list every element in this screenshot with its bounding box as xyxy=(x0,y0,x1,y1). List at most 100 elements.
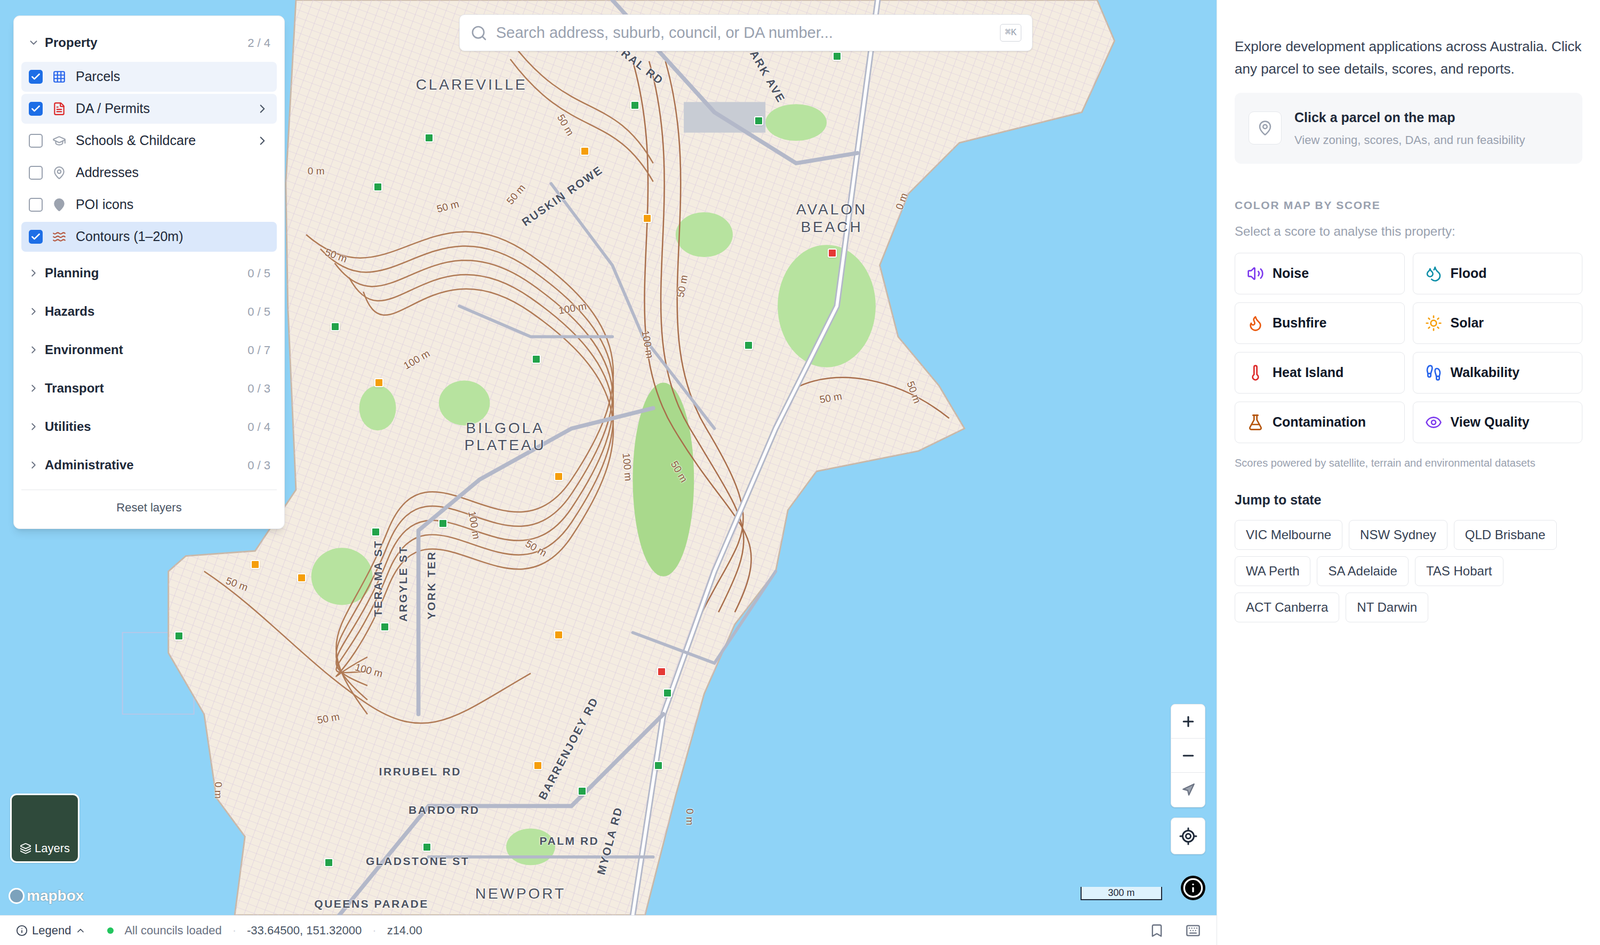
layer-group-header[interactable]: Property2 / 4 xyxy=(21,23,277,62)
da-marker[interactable] xyxy=(657,667,667,677)
keyboard-icon[interactable] xyxy=(1185,923,1201,939)
score-button[interactable]: Flood xyxy=(1412,252,1583,295)
score-button[interactable]: Walkability xyxy=(1412,352,1583,394)
state-chip[interactable]: NT Darwin xyxy=(1345,592,1429,623)
da-marker[interactable] xyxy=(577,786,587,796)
compass-button[interactable] xyxy=(1171,772,1205,807)
layers-panel: Property2 / 4ParcelsDA / PermitsSchools … xyxy=(13,15,285,530)
da-marker[interactable] xyxy=(827,248,837,258)
place-label: AVALON BEACH xyxy=(832,218,903,253)
info-button[interactable] xyxy=(1180,875,1206,901)
layer-group: Administrative0 / 3 xyxy=(21,445,277,485)
layer-item[interactable]: Addresses xyxy=(21,157,277,188)
layer-group-header[interactable]: Utilities0 / 4 xyxy=(21,407,277,446)
state-chip[interactable]: SA Adelaide xyxy=(1316,556,1408,587)
da-marker[interactable] xyxy=(374,378,384,388)
layer-group-header[interactable]: Hazards0 / 5 xyxy=(21,292,277,331)
layer-group-header[interactable]: Transport0 / 3 xyxy=(21,369,277,408)
da-marker[interactable] xyxy=(554,630,564,640)
layer-checkbox[interactable] xyxy=(28,165,43,180)
zoom-out-button[interactable] xyxy=(1171,738,1205,773)
contour-label: 100 m xyxy=(382,678,412,694)
place-label: NEWPORT xyxy=(520,893,612,911)
state-chip[interactable]: TAS Hobart xyxy=(1414,556,1504,587)
layer-item[interactable]: POI icons xyxy=(21,189,277,220)
da-marker[interactable] xyxy=(438,518,448,528)
da-marker[interactable] xyxy=(754,116,764,126)
layer-group: Planning0 / 5 xyxy=(21,253,277,293)
layer-checkbox[interactable] xyxy=(28,133,43,148)
layer-group-header[interactable]: Planning0 / 5 xyxy=(21,253,277,293)
contour-label: 100 m xyxy=(586,316,615,332)
street-label: ARGYLE ST xyxy=(441,592,518,610)
state-chip[interactable]: WA Perth xyxy=(1234,556,1311,587)
da-marker[interactable] xyxy=(380,622,390,632)
da-marker[interactable] xyxy=(533,761,543,771)
da-marker[interactable] xyxy=(330,322,340,332)
score-button[interactable]: Bushfire xyxy=(1234,302,1405,344)
contour-label: 50 m xyxy=(924,400,948,416)
da-marker[interactable] xyxy=(373,182,383,192)
basemap-layers-button[interactable]: Layers xyxy=(10,793,80,863)
da-marker[interactable] xyxy=(371,527,381,537)
da-marker[interactable] xyxy=(662,688,672,698)
state-chip[interactable]: NSW Sydney xyxy=(1348,520,1448,550)
da-marker[interactable] xyxy=(174,631,184,641)
layer-item[interactable]: Contours (1–20m) xyxy=(21,221,277,252)
chevron-right-icon xyxy=(27,382,40,395)
info-icon xyxy=(16,924,28,937)
state-chip[interactable]: ACT Canberra xyxy=(1234,592,1340,623)
poi-pin-icon xyxy=(52,197,67,212)
layer-checkbox[interactable] xyxy=(28,101,43,116)
school-icon xyxy=(52,133,67,148)
street-label: BARDO RD xyxy=(479,818,551,836)
legend-button[interactable]: Legend xyxy=(16,921,86,940)
score-button[interactable]: Solar xyxy=(1412,302,1583,344)
state-chip[interactable]: VIC Melbourne xyxy=(1234,520,1343,550)
street-label: QUEENS PARADE xyxy=(428,912,543,916)
da-marker[interactable] xyxy=(580,146,590,156)
flame-icon xyxy=(1246,314,1264,332)
da-marker[interactable] xyxy=(554,472,564,482)
da-marker[interactable] xyxy=(653,761,663,771)
chevron-up-icon xyxy=(75,925,86,936)
search-bar[interactable]: Search address, suburb, council, or DA n… xyxy=(459,14,1033,52)
layer-group-header[interactable]: Administrative0 / 3 xyxy=(21,445,277,485)
da-marker[interactable] xyxy=(324,858,334,868)
street-label: GLADSTONE ST xyxy=(469,869,573,887)
state-chip[interactable]: QLD Brisbane xyxy=(1453,520,1557,550)
chevron-right-icon xyxy=(255,101,270,116)
da-marker[interactable] xyxy=(250,560,260,570)
da-marker[interactable] xyxy=(630,100,640,110)
da-marker[interactable] xyxy=(642,213,652,223)
speaker-icon xyxy=(1246,265,1264,283)
layer-checkbox[interactable] xyxy=(28,197,43,212)
score-button[interactable]: Contamination xyxy=(1234,401,1405,444)
chevron-right-icon xyxy=(27,344,40,356)
layer-item[interactable]: Schools & Childcare xyxy=(21,125,277,156)
map[interactable]: 0 m50 m50 m50 m50 m100 m100 m50 m100 m50… xyxy=(0,0,1217,916)
reset-layers-button[interactable]: Reset layers xyxy=(21,493,277,522)
da-marker[interactable] xyxy=(297,573,307,583)
da-marker[interactable] xyxy=(422,842,432,852)
layer-group: Hazards0 / 5 xyxy=(21,292,277,331)
layer-checkbox[interactable] xyxy=(28,229,43,244)
zoom-in-button[interactable] xyxy=(1171,704,1205,739)
score-button[interactable]: View Quality xyxy=(1412,401,1583,444)
da-marker[interactable] xyxy=(832,51,842,61)
locate-icon xyxy=(1178,826,1198,846)
layer-checkbox[interactable] xyxy=(28,69,43,84)
da-marker[interactable] xyxy=(424,133,434,143)
layer-item[interactable]: DA / Permits xyxy=(21,93,277,124)
da-marker[interactable] xyxy=(531,354,541,364)
layer-item[interactable]: Parcels xyxy=(21,61,277,92)
da-marker[interactable] xyxy=(744,340,754,350)
layer-group-header[interactable]: Environment0 / 7 xyxy=(21,330,277,370)
map-pin-icon xyxy=(1257,120,1274,136)
map-controls: 300 m xyxy=(1080,704,1206,901)
score-button[interactable]: Heat Island xyxy=(1234,352,1405,394)
contour-label: 50 m xyxy=(459,214,482,230)
locate-button[interactable] xyxy=(1170,817,1206,855)
score-button[interactable]: Noise xyxy=(1234,252,1405,295)
bookmark-icon[interactable] xyxy=(1149,923,1165,939)
